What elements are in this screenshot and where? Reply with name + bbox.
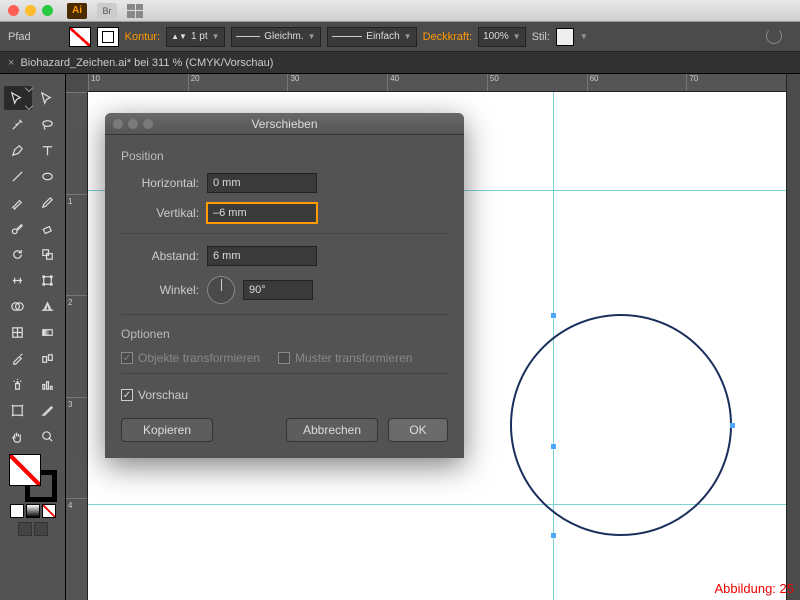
hand-tool[interactable]	[4, 424, 32, 448]
transform-patterns-checkbox[interactable]	[278, 352, 290, 364]
ellipse-tool[interactable]	[34, 164, 62, 188]
transform-objects-label: Objekte transformieren	[138, 351, 260, 365]
slice-tool[interactable]	[34, 398, 62, 422]
distance-input[interactable]	[207, 246, 317, 266]
eyedropper-tool[interactable]	[4, 346, 32, 370]
horizontal-input[interactable]	[207, 173, 317, 193]
screen-mode-buttons[interactable]	[18, 522, 48, 536]
vertical-input[interactable]	[207, 203, 317, 223]
vertical-ruler[interactable]: 1234	[66, 92, 88, 600]
app-badge-ai: Ai	[67, 3, 87, 19]
column-graph-tool[interactable]	[34, 372, 62, 396]
close-window-icon[interactable]	[8, 5, 19, 16]
selection-type-label: Pfad	[8, 31, 31, 43]
perspective-grid-tool[interactable]	[34, 294, 62, 318]
angle-input[interactable]	[243, 280, 313, 300]
anchor-point-right[interactable]	[730, 423, 735, 428]
anchor-point-bottom[interactable]	[551, 533, 556, 538]
arrange-documents-icon[interactable]	[127, 4, 143, 18]
stroke-weight-dropdown[interactable]: ▲▼1 pt▼	[166, 27, 224, 47]
opacity-label: Deckkraft:	[423, 31, 473, 43]
shape-builder-tool[interactable]	[4, 294, 32, 318]
zoom-tool[interactable]	[34, 424, 62, 448]
sync-icon[interactable]	[766, 28, 782, 44]
preview-label: Vorschau	[138, 388, 188, 402]
direct-selection-tool[interactable]	[34, 86, 62, 110]
free-transform-tool[interactable]	[34, 268, 62, 292]
copy-button[interactable]: Kopieren	[121, 418, 213, 442]
options-group-label: Optionen	[121, 327, 448, 341]
angle-dial[interactable]	[207, 276, 235, 304]
panel-collapse-icon[interactable]	[25, 78, 40, 84]
stroke-swatch[interactable]	[97, 27, 119, 47]
magic-wand-tool[interactable]	[4, 112, 32, 136]
dialog-titlebar[interactable]: Verschieben	[105, 113, 464, 135]
app-badge-bridge[interactable]: Br	[97, 3, 117, 19]
scale-tool[interactable]	[34, 242, 62, 266]
move-dialog: Verschieben Position Horizontal: Vertika…	[105, 113, 464, 458]
transform-patterns-label: Muster transformieren	[295, 351, 412, 365]
ok-button[interactable]: OK	[388, 418, 448, 442]
tools-panel	[0, 74, 66, 600]
style-swatch[interactable]	[556, 28, 574, 46]
right-panel-strip[interactable]	[786, 74, 800, 600]
rotate-tool[interactable]	[4, 242, 32, 266]
zoom-window-icon[interactable]	[42, 5, 53, 16]
center-point[interactable]	[551, 444, 556, 449]
control-bar: Pfad Kontur: ▲▼1 pt▼ Gleichm.▼ Einfach▼ …	[0, 22, 800, 52]
style-label: Stil:	[532, 31, 550, 43]
symbol-sprayer-tool[interactable]	[4, 372, 32, 396]
window-titlebar: Ai Br	[0, 0, 800, 22]
stroke-label: Kontur:	[125, 31, 160, 43]
eraser-tool[interactable]	[34, 216, 62, 240]
position-group-label: Position	[121, 149, 448, 163]
angle-label: Winkel:	[121, 283, 199, 297]
minimize-window-icon[interactable]	[25, 5, 36, 16]
fill-swatch[interactable]	[69, 27, 91, 47]
preview-checkbox[interactable]	[121, 389, 133, 401]
width-tool[interactable]	[4, 268, 32, 292]
figure-caption: Abbildung: 25	[714, 581, 794, 596]
close-tab-icon[interactable]: ×	[8, 57, 14, 69]
dialog-title: Verschieben	[251, 117, 317, 131]
color-mode-swatches[interactable]	[10, 504, 56, 518]
paintbrush-tool[interactable]	[4, 190, 32, 214]
stroke-profile-dropdown[interactable]: Gleichm.▼	[231, 27, 321, 47]
blend-tool[interactable]	[34, 346, 62, 370]
cancel-button[interactable]: Abbrechen	[286, 418, 378, 442]
transform-objects-checkbox[interactable]	[121, 352, 133, 364]
document-tab-title[interactable]: Biohazard_Zeichen.ai* bei 311 % (CMYK/Vo…	[20, 57, 273, 69]
mesh-tool[interactable]	[4, 320, 32, 344]
artboard-tool[interactable]	[4, 398, 32, 422]
ellipse-object[interactable]	[510, 314, 732, 536]
blob-brush-tool[interactable]	[4, 216, 32, 240]
vertical-label: Vertikal:	[121, 206, 199, 220]
gradient-tool[interactable]	[34, 320, 62, 344]
horizontal-label: Horizontal:	[121, 176, 199, 190]
anchor-point-top[interactable]	[551, 313, 556, 318]
pencil-tool[interactable]	[34, 190, 62, 214]
line-tool[interactable]	[4, 164, 32, 188]
fill-stroke-indicator[interactable]	[9, 454, 57, 502]
lasso-tool[interactable]	[34, 112, 62, 136]
horizontal-ruler[interactable]: 10203040506070	[88, 74, 786, 92]
type-tool[interactable]	[34, 138, 62, 162]
distance-label: Abstand:	[121, 249, 199, 263]
document-tab-bar: × Biohazard_Zeichen.ai* bei 311 % (CMYK/…	[0, 52, 800, 74]
opacity-dropdown[interactable]: 100%▼	[478, 27, 526, 47]
brush-dropdown[interactable]: Einfach▼	[327, 27, 417, 47]
pen-tool[interactable]	[4, 138, 32, 162]
